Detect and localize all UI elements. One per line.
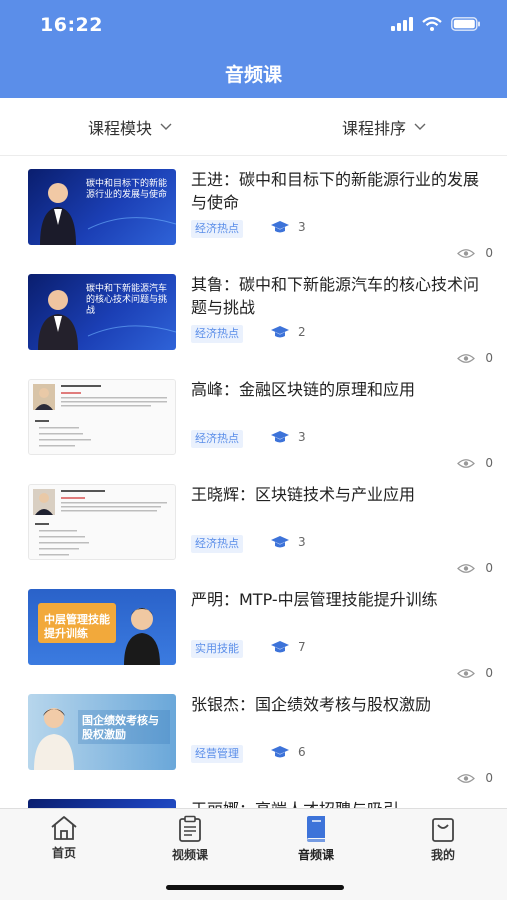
course-title: 王进：碳中和目标下的新能源行业的发展与使命 xyxy=(191,170,480,212)
page-title: 音频课 xyxy=(224,64,282,86)
status-time: 16:22 xyxy=(40,14,103,36)
graduation-cap-icon xyxy=(271,221,289,233)
eye-icon xyxy=(457,773,476,783)
tab-home[interactable]: 首页 xyxy=(14,815,114,861)
view-count: 0 xyxy=(457,561,493,575)
clipboard-icon xyxy=(179,815,201,842)
category-tag: 经济热点 xyxy=(191,220,243,238)
tab-label: 首页 xyxy=(51,846,76,860)
course-thumbnail: 中层管理技能提升训练 xyxy=(28,589,176,665)
sort-filter-label: 课程排序 xyxy=(342,119,407,138)
tab-audio[interactable]: 音频课 xyxy=(266,815,366,863)
graduation-cap-icon xyxy=(271,641,289,653)
course-list: 碳中和目标下的新能源行业的发展与使命 王进：碳中和目标下的新能源行业的发展与使命… xyxy=(0,157,507,808)
eye-icon xyxy=(457,668,476,678)
learner-count: 3 xyxy=(270,535,306,549)
course-thumbnail xyxy=(28,379,176,455)
eye-icon xyxy=(457,563,476,573)
app-header: 16:22 音频课 xyxy=(0,0,507,98)
course-item[interactable]: 王丽娜：高端人才招聘与吸引 xyxy=(0,787,507,808)
graduation-cap-icon xyxy=(271,431,289,443)
thumbnail-caption: 碳中和目标下的新能源行业的发展与使命 xyxy=(86,179,168,200)
course-item[interactable]: 中层管理技能提升训练 严明：MTP-中层管理技能提升训练 实用技能 7 0 xyxy=(0,577,507,682)
view-count: 0 xyxy=(457,246,493,260)
course-title: 张银杰：国企绩效考核与股权激励 xyxy=(191,695,432,714)
chevron-down-icon xyxy=(414,123,426,130)
sort-filter[interactable]: 课程排序 xyxy=(342,98,426,156)
status-bar: 16:22 xyxy=(0,0,507,50)
course-title: 王丽娜：高端人才招聘与吸引 xyxy=(191,798,491,808)
course-thumbnail xyxy=(28,799,176,808)
course-title: 其鲁：碳中和下新能源汽车的核心技术问题与挑战 xyxy=(191,275,480,317)
eye-icon xyxy=(457,248,476,258)
signal-icon xyxy=(391,17,413,31)
view-count: 0 xyxy=(457,771,493,785)
learner-count: 3 xyxy=(270,430,306,444)
tab-label: 我的 xyxy=(430,848,455,862)
course-thumbnail xyxy=(28,484,176,560)
course-item[interactable]: 碳中和目标下的新能源行业的发展与使命 王进：碳中和目标下的新能源行业的发展与使命… xyxy=(0,157,507,262)
chevron-down-icon xyxy=(160,123,172,130)
learner-count: 3 xyxy=(270,220,306,234)
course-item[interactable]: 高峰：金融区块链的原理和应用 经济热点 3 0 xyxy=(0,367,507,472)
thumbnail-caption: 国企绩效考核与股权激励 xyxy=(82,714,159,741)
course-thumbnail: 国企绩效考核与股权激励 xyxy=(28,694,176,770)
category-tag: 经营管理 xyxy=(191,745,243,763)
course-title: 王晓辉：区块链技术与产业应用 xyxy=(191,485,416,504)
filter-bar: 课程模块 课程排序 xyxy=(0,98,507,156)
module-filter[interactable]: 课程模块 xyxy=(88,98,172,156)
home-icon xyxy=(51,816,77,840)
course-thumbnail: 碳中和目标下的新能源行业的发展与使命 xyxy=(28,169,176,245)
view-count: 0 xyxy=(457,666,493,680)
course-title: 高峰：金融区块链的原理和应用 xyxy=(191,380,416,399)
home-indicator[interactable] xyxy=(166,885,344,890)
course-item[interactable]: 碳中和下新能源汽车的核心技术问题与挑战 其鲁：碳中和下新能源汽车的核心技术问题与… xyxy=(0,262,507,367)
module-filter-label: 课程模块 xyxy=(88,119,153,138)
view-count: 0 xyxy=(457,456,493,470)
category-tag: 经济热点 xyxy=(191,535,243,553)
eye-icon xyxy=(457,458,476,468)
learner-count: 2 xyxy=(270,325,306,339)
course-item[interactable]: 王晓辉：区块链技术与产业应用 经济热点 3 0 xyxy=(0,472,507,577)
learner-count: 6 xyxy=(270,745,306,759)
tab-mine[interactable]: 我的 xyxy=(393,815,493,863)
book-icon xyxy=(307,816,325,842)
thumbnail-caption: 碳中和下新能源汽车的核心技术问题与挑战 xyxy=(86,284,168,316)
course-title: 严明：MTP-中层管理技能提升训练 xyxy=(191,590,438,609)
graduation-cap-icon xyxy=(271,326,289,338)
course-thumbnail: 碳中和下新能源汽车的核心技术问题与挑战 xyxy=(28,274,176,350)
graduation-cap-icon xyxy=(271,536,289,548)
graduation-cap-icon xyxy=(271,746,289,758)
tab-video[interactable]: 视频课 xyxy=(140,815,240,863)
thumbnail-caption: 中层管理技能提升训练 xyxy=(44,613,110,640)
view-count: 0 xyxy=(457,351,493,365)
battery-icon xyxy=(451,17,480,31)
status-icons xyxy=(391,17,481,31)
category-tag: 经济热点 xyxy=(191,325,243,343)
category-tag: 实用技能 xyxy=(191,640,243,658)
tab-label: 音频课 xyxy=(297,848,334,862)
eye-icon xyxy=(457,353,476,363)
learner-count: 7 xyxy=(270,640,306,654)
category-tag: 经济热点 xyxy=(191,430,243,448)
wifi-icon xyxy=(422,17,442,31)
bag-icon xyxy=(432,818,454,842)
tab-label: 视频课 xyxy=(171,848,208,862)
course-item[interactable]: 国企绩效考核与股权激励 张银杰：国企绩效考核与股权激励 经营管理 6 0 xyxy=(0,682,507,787)
